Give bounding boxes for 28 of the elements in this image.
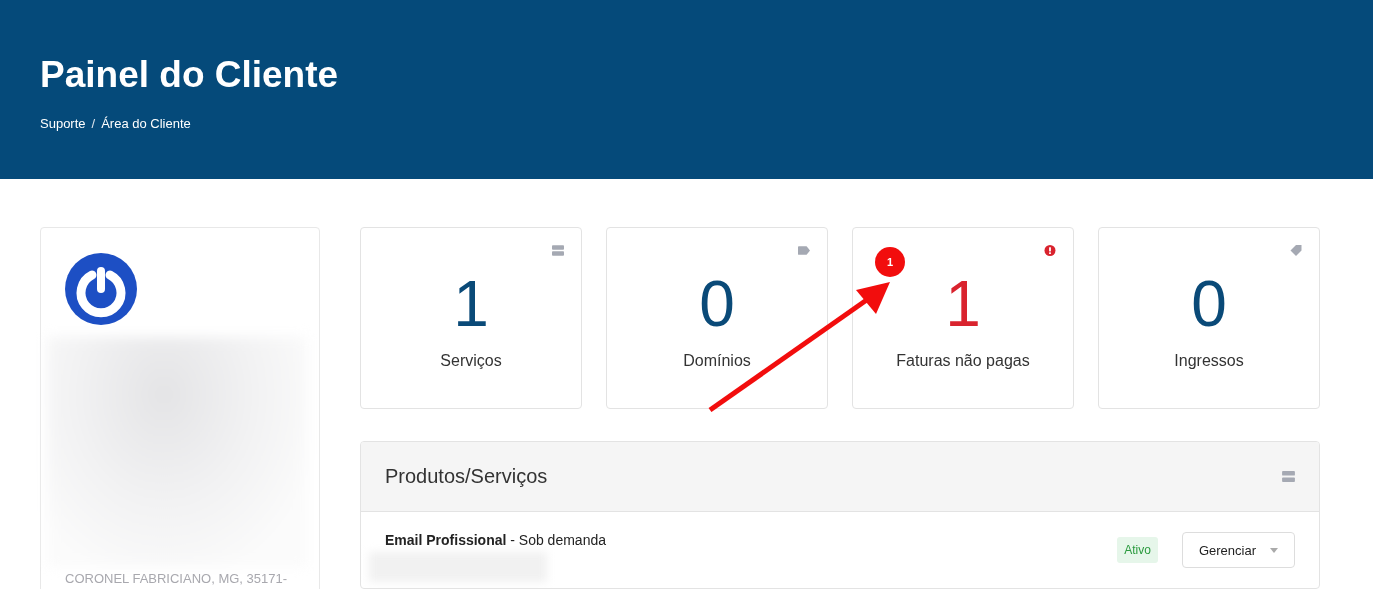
power-logo-icon xyxy=(65,253,137,325)
breadcrumb-separator: / xyxy=(91,116,96,131)
stat-value: 1 xyxy=(453,268,489,340)
stat-value: 0 xyxy=(699,268,735,340)
stat-value: 1 xyxy=(945,268,981,340)
stat-card[interactable]: 0 Domínios xyxy=(606,227,828,409)
server-icon xyxy=(1282,471,1295,482)
stat-label: Domínios xyxy=(683,352,751,370)
status-label: Ativo xyxy=(1117,537,1158,563)
panel-title: Produtos/Serviços xyxy=(385,465,548,488)
breadcrumb-current: Área do Cliente xyxy=(101,116,191,131)
product-name: Email Profissional - Sob demanda xyxy=(385,532,607,548)
breadcrumb-link[interactable]: Suporte xyxy=(40,116,86,131)
stat-label: Faturas não pagas xyxy=(896,352,1030,370)
annotation-badge: 1 xyxy=(875,247,905,277)
tag-icon xyxy=(1290,245,1302,256)
tag-icon xyxy=(798,245,810,256)
stat-card[interactable]: 0 Ingressos xyxy=(1098,227,1320,409)
stat-label: Serviços xyxy=(440,352,502,370)
server-icon xyxy=(552,245,564,256)
manage-dropdown-button[interactable]: Gerenciar xyxy=(1181,532,1295,568)
caret-icon xyxy=(1270,547,1278,553)
stat-label: Ingressos xyxy=(1174,352,1244,370)
stat-value: 0 xyxy=(1191,268,1227,340)
page-title: Painel do Cliente xyxy=(40,54,340,96)
address-text: CORONEL FABRICIANO, MG, 35171- xyxy=(65,571,288,586)
stat-card[interactable]: 1 Serviços xyxy=(360,227,582,409)
exclamation-icon xyxy=(1044,245,1056,256)
